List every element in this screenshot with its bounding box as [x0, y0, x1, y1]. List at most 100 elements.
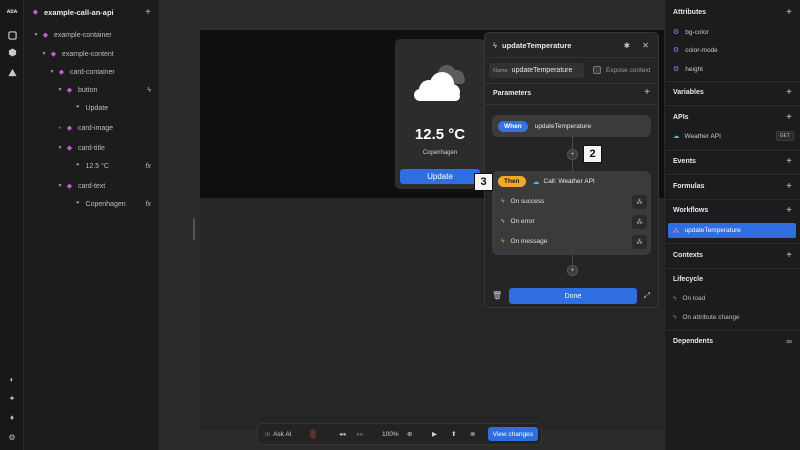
layer-row[interactable]: ❞ 12.5 °C fx: [24, 159, 159, 173]
bolt-icon: ϟ: [673, 314, 677, 321]
layer-label: card-image: [78, 124, 114, 132]
layers-icon[interactable]: [6, 29, 18, 41]
publish-icon[interactable]: ⬆: [451, 424, 456, 444]
chevron-down-icon[interactable]: ▼: [56, 87, 64, 93]
events-heading: Events: [673, 158, 696, 165]
chevron-right-icon[interactable]: ▸: [56, 125, 64, 131]
element-icon: ◆: [58, 68, 65, 76]
update-button[interactable]: Update: [400, 169, 480, 184]
zoom-level[interactable]: 100%: [382, 424, 399, 444]
formula-icon[interactable]: fx: [146, 163, 151, 170]
layer-label: button: [78, 86, 98, 94]
layer-row[interactable]: ▼ ◆ card-text: [24, 179, 159, 193]
add-parameter-icon[interactable]: +: [644, 87, 650, 98]
expose-context-label: Expose context: [606, 66, 651, 74]
divider: [665, 105, 800, 106]
play-icon[interactable]: ▶: [432, 424, 437, 444]
view-changes-button[interactable]: View changes: [487, 427, 538, 441]
divider: [665, 268, 800, 269]
settings-icon[interactable]: ⚙: [6, 431, 18, 443]
bulb-icon[interactable]: ♦: [6, 411, 18, 423]
bolt-icon[interactable]: ϟ: [147, 87, 151, 94]
api-item[interactable]: ☁ Weather API: [673, 132, 721, 141]
weather-card[interactable]: 12.5 °C Copenhagen Update: [395, 39, 485, 189]
attribute-item[interactable]: ⚙ bg-color: [673, 28, 709, 37]
workflow-item-label: updateTemperature: [684, 227, 741, 234]
zoom-icon[interactable]: ⊕: [407, 424, 412, 444]
branch-flow-button[interactable]: ⁂: [632, 235, 647, 249]
app-logo[interactable]: ᴀᴅᴀ: [6, 6, 18, 18]
chevron-down-icon[interactable]: ▼: [56, 183, 64, 189]
layer-row[interactable]: ❞ Update: [24, 101, 159, 115]
when-text: updateTemperature: [534, 122, 592, 130]
attribute-label: height: [685, 65, 703, 73]
add-event-icon[interactable]: +: [786, 157, 792, 167]
add-api-icon[interactable]: +: [786, 113, 792, 123]
redo-icon[interactable]: ▸▸: [357, 424, 364, 444]
element-icon: ◆: [66, 182, 73, 190]
chevron-down-icon[interactable]: ▼: [56, 145, 64, 151]
layer-row[interactable]: ▸ ◆ card-image: [24, 121, 159, 135]
attribute-label: color-mode: [685, 46, 718, 54]
layer-row[interactable]: ▼ ◆ card-title: [24, 141, 159, 155]
when-pill: When: [498, 120, 528, 132]
expand-icon[interactable]: ⤢: [644, 291, 650, 301]
attribute-item[interactable]: ⚙ height: [673, 65, 703, 74]
lifecycle-item[interactable]: ϟ On attribute change: [673, 314, 740, 321]
add-step-node[interactable]: +: [567, 265, 578, 276]
warning-icon[interactable]: [6, 66, 18, 78]
layer-row[interactable]: ▼ ◆ button ϟ: [24, 83, 159, 97]
branch-on-success[interactable]: ϟ On success: [501, 198, 544, 205]
chevron-down-icon[interactable]: ▼: [32, 32, 40, 38]
layer-row[interactable]: ▼ ◆ card-container: [24, 65, 159, 79]
add-layer-icon[interactable]: +: [145, 7, 151, 18]
workflow-list-item[interactable]: ⁂ updateTemperature: [668, 223, 796, 238]
lifecycle-item[interactable]: ϟ On load: [673, 295, 705, 302]
layer-row[interactable]: ▼ ◆ example-container: [24, 28, 159, 42]
add-attribute-icon[interactable]: +: [786, 8, 792, 18]
chevron-down-icon[interactable]: ▼: [48, 69, 56, 75]
add-variable-icon[interactable]: +: [786, 88, 792, 98]
record-icon[interactable]: [310, 424, 316, 444]
puzzle-icon[interactable]: ✦: [6, 392, 18, 404]
callout-2: 2: [583, 145, 602, 163]
element-icon: ◆: [66, 124, 73, 132]
add-formula-icon[interactable]: +: [786, 182, 792, 192]
divider: [665, 81, 800, 82]
close-icon[interactable]: ✕: [642, 41, 649, 50]
link-icon[interactable]: ∞: [786, 338, 792, 346]
when-trigger[interactable]: When updateTemperature: [492, 115, 651, 137]
branch-flow-button[interactable]: ⁂: [632, 195, 647, 209]
components-icon[interactable]: [6, 46, 18, 58]
connector-line: [572, 255, 573, 265]
divider: [485, 104, 658, 105]
branch-flow-button[interactable]: ⁂: [632, 215, 647, 229]
trash-icon[interactable]: 🗑: [492, 291, 502, 300]
chevron-down-icon[interactable]: ▼: [40, 51, 48, 57]
add-context-icon[interactable]: +: [786, 251, 792, 261]
formula-icon[interactable]: fx: [146, 201, 151, 208]
attribute-item[interactable]: ⚙ color-mode: [673, 46, 718, 55]
expose-context-toggle[interactable]: Expose context: [593, 66, 650, 74]
resize-handle[interactable]: [193, 218, 195, 240]
layer-row[interactable]: ▼ ◆ example-content: [24, 47, 159, 61]
branch-on-error[interactable]: ϟ On error: [501, 218, 535, 225]
ask-ai-button[interactable]: ılı Ask AI: [265, 424, 292, 444]
then-action[interactable]: Then ☁ Call: Weather API ϟ On success ⁂ …: [492, 171, 651, 255]
workflows-heading: Workflows: [673, 207, 709, 214]
checkbox[interactable]: [593, 66, 601, 74]
then-text: Call: Weather API: [543, 178, 595, 185]
add-step-node[interactable]: +: [567, 149, 578, 160]
branch-on-message[interactable]: ϟ On message: [501, 238, 547, 245]
bolt-icon: ϟ: [501, 238, 505, 245]
undo-icon[interactable]: ◂◂: [339, 424, 346, 444]
done-button[interactable]: Done: [509, 288, 637, 304]
workflow-name-field[interactable]: Name updateTemperature: [489, 63, 584, 78]
then-header: Then ☁ Call: Weather API: [498, 176, 595, 187]
layers-root[interactable]: ◆ example-call-an-api +: [24, 5, 159, 19]
add-workflow-icon[interactable]: +: [786, 206, 792, 216]
close-circle-icon[interactable]: ⊗: [470, 424, 475, 444]
theme-icon[interactable]: ◐: [6, 373, 18, 385]
debug-icon[interactable]: ✱: [624, 41, 630, 50]
layer-row[interactable]: ❞ Copenhagen fx: [24, 197, 159, 211]
